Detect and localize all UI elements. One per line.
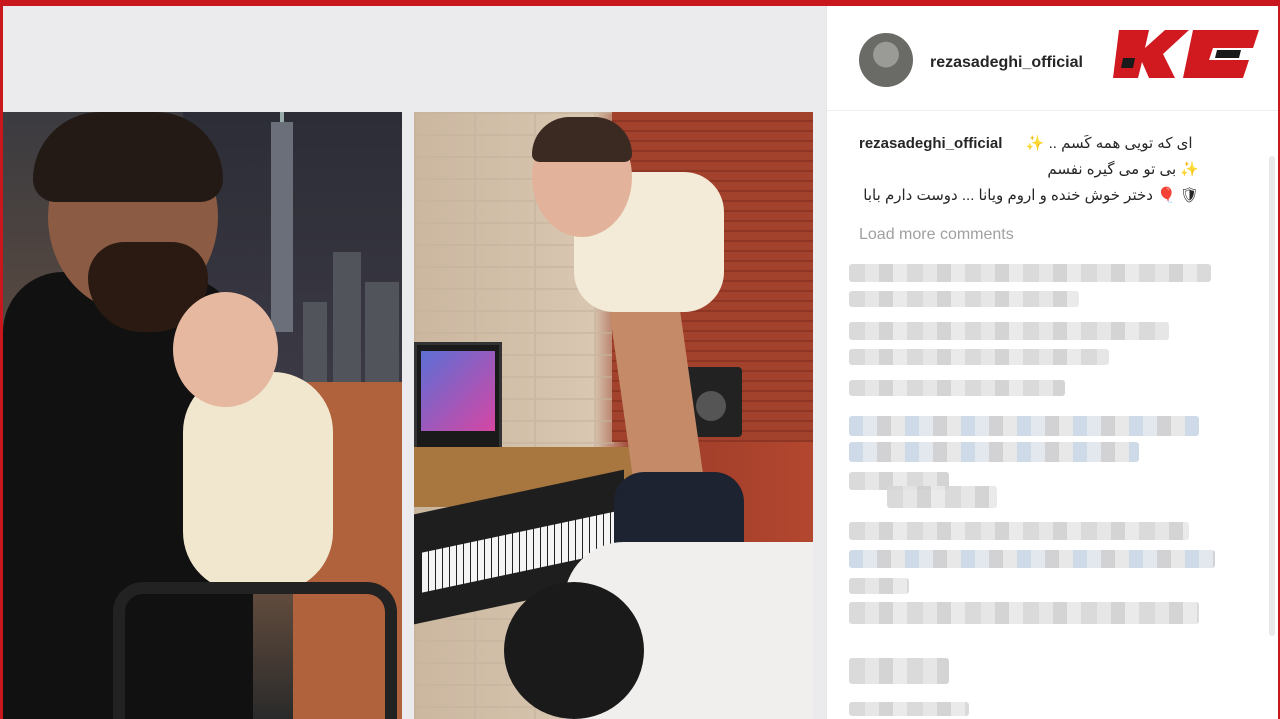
avatar[interactable] [859,33,913,87]
caption-line: 🛡 🎈 دختر خوش خنده و اروم ویانا ... دوست … [863,187,1199,204]
post-header: rezasadeghi_official [827,6,1278,111]
skyscraper [271,112,293,332]
blurred-comment [887,486,997,508]
comments-scrollbar[interactable] [1269,156,1275,636]
blurred-comment [849,602,1199,624]
post-caption: rezasadeghi_official ای که تویی همه کَسم… [859,131,1219,209]
blurred-comment [849,322,1169,340]
baby-head [173,292,278,407]
rokna-logo-icon [1113,30,1259,78]
blurred-comment [849,442,1139,462]
caption-line: ✨ بی تو می گیره نفسم [1047,161,1199,178]
blurred-comment [849,522,1189,540]
blurred-comment [849,264,1211,282]
building [333,252,361,402]
post-sidebar: rezasadeghi_official rezasadeghi_officia… [826,6,1278,719]
man-hair [33,112,223,202]
caption-line: ای که تویی همه کَسم .. ✨ [1025,135,1193,152]
load-more-comments-link[interactable]: Load more comments [859,226,1014,244]
man-head [504,582,644,719]
blurred-comment [849,578,909,594]
baby-hair [532,117,632,162]
photo-father-lifting-baby[interactable] [414,112,813,719]
username-link[interactable]: rezasadeghi_official [930,54,1083,72]
baby-body [183,372,333,592]
blurred-comment [849,291,1079,307]
blurred-like-count [849,658,949,684]
blurred-comment [849,550,1215,568]
blurred-comment [849,416,1199,436]
chair-back [113,582,397,719]
blurred-timestamp [849,702,969,716]
photo-father-holding-baby[interactable] [3,112,402,719]
post-media [3,6,826,719]
computer-monitor [414,342,502,453]
blurred-comment [849,349,1109,365]
caption-username[interactable]: rezasadeghi_official [859,135,1002,152]
blurred-comment [849,380,1065,396]
